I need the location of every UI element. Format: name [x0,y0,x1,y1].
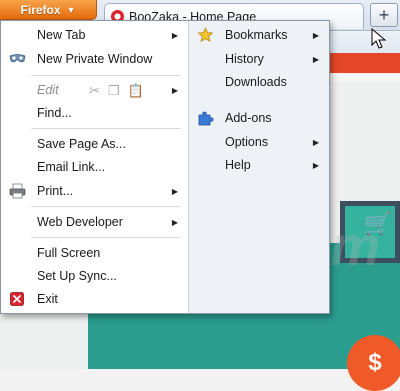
menu-separator [31,128,181,129]
bookmark-star-icon [197,27,214,43]
menu-item-history[interactable]: History ▶ [189,48,329,70]
submenu-arrow-icon: ▶ [171,85,178,95]
menu-item-options[interactable]: Options ▶ [189,131,329,153]
new-tab-button[interactable]: + [370,3,398,27]
menu-separator [31,206,181,207]
menu-separator [31,75,181,76]
firefox-app-menu: New Tab ▶ New Private Window Edit ✂ ❐ 📋 … [0,20,330,314]
menu-item-web-developer[interactable]: Web Developer ▶ [1,211,188,233]
printer-icon [9,183,26,199]
menu-item-edit[interactable]: Edit ✂ ❐ 📋 ▶ [1,79,188,101]
menu-item-new-private-window[interactable]: New Private Window [1,48,188,70]
menu-item-save-page-as[interactable]: Save Page As... [1,133,188,155]
copy-icon[interactable]: ❐ [108,83,120,99]
menu-separator [31,237,181,238]
menu-item-help[interactable]: Help ▶ [189,154,329,176]
chevron-down-icon: ▼ [66,4,76,15]
menu-item-label: Set Up Sync... [37,269,117,283]
menu-item-label: Find... [37,106,72,120]
menu-item-set-up-sync[interactable]: Set Up Sync... [1,265,188,287]
menu-item-label: Edit [37,83,59,97]
submenu-arrow-icon: ▶ [171,217,178,227]
submenu-arrow-icon: ▶ [312,160,319,170]
app-menu-primary-column: New Tab ▶ New Private Window Edit ✂ ❐ 📋 … [1,21,189,313]
submenu-arrow-icon: ▶ [171,186,178,196]
private-mask-icon [9,54,26,63]
menu-item-label: Help [225,158,251,172]
paste-icon[interactable]: 📋 [128,83,144,99]
menu-item-label: Add-ons [225,111,272,125]
menu-item-label: Options [225,135,269,149]
menu-item-label: Save Page As... [37,137,126,151]
menu-item-full-screen[interactable]: Full Screen [1,242,188,264]
menu-item-label: Downloads [225,75,287,89]
firefox-menu-label: Firefox [20,2,61,17]
menu-item-bookmarks[interactable]: Bookmarks ▶ [189,24,329,46]
firefox-menu-button[interactable]: Firefox ▼ [0,0,97,20]
menu-item-label: Print... [37,184,74,198]
menu-item-print[interactable]: Print... ▶ [1,180,188,202]
exit-icon [10,292,24,306]
edit-tools: ✂ ❐ 📋 [89,83,144,99]
menu-item-label: Email Link... [37,160,106,174]
menu-item-label: Web Developer [37,215,123,229]
submenu-arrow-icon: ▶ [312,54,319,64]
mouse-cursor-icon [371,28,387,49]
dollar-coin-icon: $ [347,335,400,391]
menu-item-find[interactable]: Find... [1,102,188,124]
menu-item-new-tab[interactable]: New Tab ▶ [1,24,188,46]
menu-item-email-link[interactable]: Email Link... [1,156,188,178]
cut-icon[interactable]: ✂ [89,83,100,99]
menu-item-exit[interactable]: Exit [1,288,188,310]
app-menu-secondary-column: Bookmarks ▶ History ▶ Downloads Add-ons … [189,21,329,313]
puzzle-piece-icon [198,111,214,126]
menu-item-downloads[interactable]: Downloads [189,71,329,93]
menu-item-label: New Tab [37,28,86,42]
menu-item-label: New Private Window [37,52,153,66]
submenu-arrow-icon: ▶ [312,137,319,147]
menu-item-label: Exit [37,292,58,306]
menu-item-label: History [225,52,264,66]
submenu-arrow-icon: ▶ [171,30,178,40]
submenu-arrow-icon: ▶ [312,30,319,40]
menu-item-label: Full Screen [37,246,101,260]
menu-item-addons[interactable]: Add-ons [189,107,329,129]
menu-item-label: Bookmarks [225,28,288,42]
